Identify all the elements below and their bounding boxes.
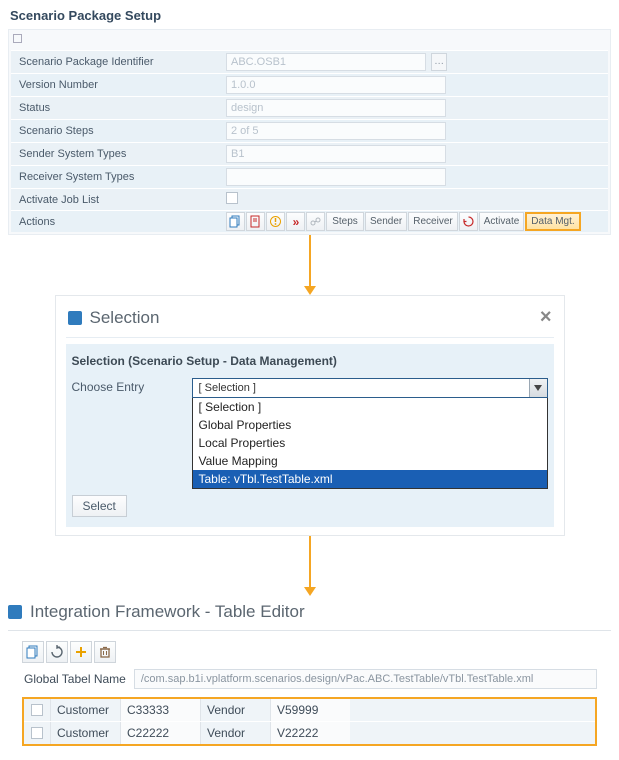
flow-arrow-2 xyxy=(4,536,615,596)
row-checkbox[interactable] xyxy=(31,704,43,716)
cell-label: Customer xyxy=(50,699,120,721)
data-mgt-button[interactable]: Data Mgt. xyxy=(525,212,580,231)
close-icon[interactable]: × xyxy=(540,306,552,329)
select-option[interactable]: Value Mapping xyxy=(193,452,547,470)
identifier-input xyxy=(226,53,426,71)
status-label: Status xyxy=(11,99,226,117)
editor-title: Integration Framework - Table Editor xyxy=(30,602,305,622)
selection-dialog: Selection × Selection (Scenario Setup - … xyxy=(55,295,565,536)
doc-icon[interactable] xyxy=(246,212,265,231)
global-table-name-label: Global Tabel Name xyxy=(22,672,126,686)
actions-label: Actions xyxy=(11,213,226,231)
cell-value[interactable]: C22222 xyxy=(120,722,200,744)
cell-label: Vendor xyxy=(200,699,270,721)
link-icon[interactable] xyxy=(306,212,325,231)
choose-entry-label: Choose Entry xyxy=(72,378,192,394)
delete-icon[interactable] xyxy=(94,641,116,663)
setup-title: Scenario Package Setup xyxy=(4,4,615,29)
collapse-toggle-icon[interactable] xyxy=(13,34,22,43)
flow-arrow-1 xyxy=(4,235,615,295)
identifier-label: Scenario Package Identifier xyxy=(11,53,226,71)
version-label: Version Number xyxy=(11,76,226,94)
editor-icon xyxy=(8,605,22,619)
new-icon[interactable] xyxy=(22,641,44,663)
sender-button[interactable]: Sender xyxy=(365,212,407,231)
select-option[interactable]: Table: vTbl.TestTable.xml xyxy=(193,470,547,488)
table-row: Customer C22222 Vendor V22222 xyxy=(24,721,595,744)
joblist-checkbox[interactable] xyxy=(226,192,238,204)
sender-types-input xyxy=(226,145,446,163)
identifier-value-wrap: … xyxy=(226,51,608,73)
cell-value[interactable]: V22222 xyxy=(270,722,350,744)
receiver-types-input xyxy=(226,168,446,186)
activate-button[interactable]: Activate xyxy=(479,212,525,231)
cell-value[interactable]: C33333 xyxy=(120,699,200,721)
cell-label: Vendor xyxy=(200,722,270,744)
steps-label: Scenario Steps xyxy=(11,122,226,140)
setup-panel: Scenario Package Identifier … Version Nu… xyxy=(8,29,611,235)
select-option[interactable]: Global Properties xyxy=(193,416,547,434)
warn-icon[interactable] xyxy=(266,212,285,231)
steps-input xyxy=(226,122,446,140)
history-icon[interactable] xyxy=(459,212,478,231)
receiver-button[interactable]: Receiver xyxy=(408,212,457,231)
table-editor-panel: Global Tabel Name Customer C33333 Vendor… xyxy=(22,641,597,746)
refresh-icon[interactable] xyxy=(46,641,68,663)
add-icon[interactable] xyxy=(70,641,92,663)
select-option[interactable]: Local Properties xyxy=(193,434,547,452)
cell-value[interactable]: V59999 xyxy=(270,699,350,721)
dialog-icon xyxy=(68,311,82,325)
status-input xyxy=(226,99,446,117)
choose-entry-current: [ Selection ] xyxy=(193,382,262,394)
joblist-label: Activate Job List xyxy=(11,191,226,209)
sender-types-label: Sender System Types xyxy=(11,145,226,163)
dialog-subtitle: Selection (Scenario Setup - Data Managem… xyxy=(66,344,554,374)
dialog-title: Selection xyxy=(90,308,540,328)
divider xyxy=(8,630,611,631)
select-option[interactable]: [ Selection ] xyxy=(193,398,547,416)
cell-label: Customer xyxy=(50,722,120,744)
advance-icon[interactable]: » xyxy=(286,212,305,231)
steps-button[interactable]: Steps xyxy=(326,212,364,231)
version-input xyxy=(226,76,446,94)
select-button[interactable]: Select xyxy=(72,495,127,517)
table-rows-highlight: Customer C33333 Vendor V59999 Customer C… xyxy=(22,697,597,746)
row-checkbox[interactable] xyxy=(31,727,43,739)
global-table-name-input xyxy=(134,669,597,689)
table-row: Customer C33333 Vendor V59999 xyxy=(24,699,595,721)
choose-entry-dropdown-list: [ Selection ] Global Properties Local Pr… xyxy=(192,398,548,489)
receiver-types-label: Receiver System Types xyxy=(11,168,226,186)
chevron-down-icon[interactable] xyxy=(529,379,547,397)
identifier-picker-button[interactable]: … xyxy=(431,53,447,71)
copy-icon[interactable] xyxy=(226,212,245,231)
choose-entry-select[interactable]: [ Selection ] xyxy=(192,378,548,398)
